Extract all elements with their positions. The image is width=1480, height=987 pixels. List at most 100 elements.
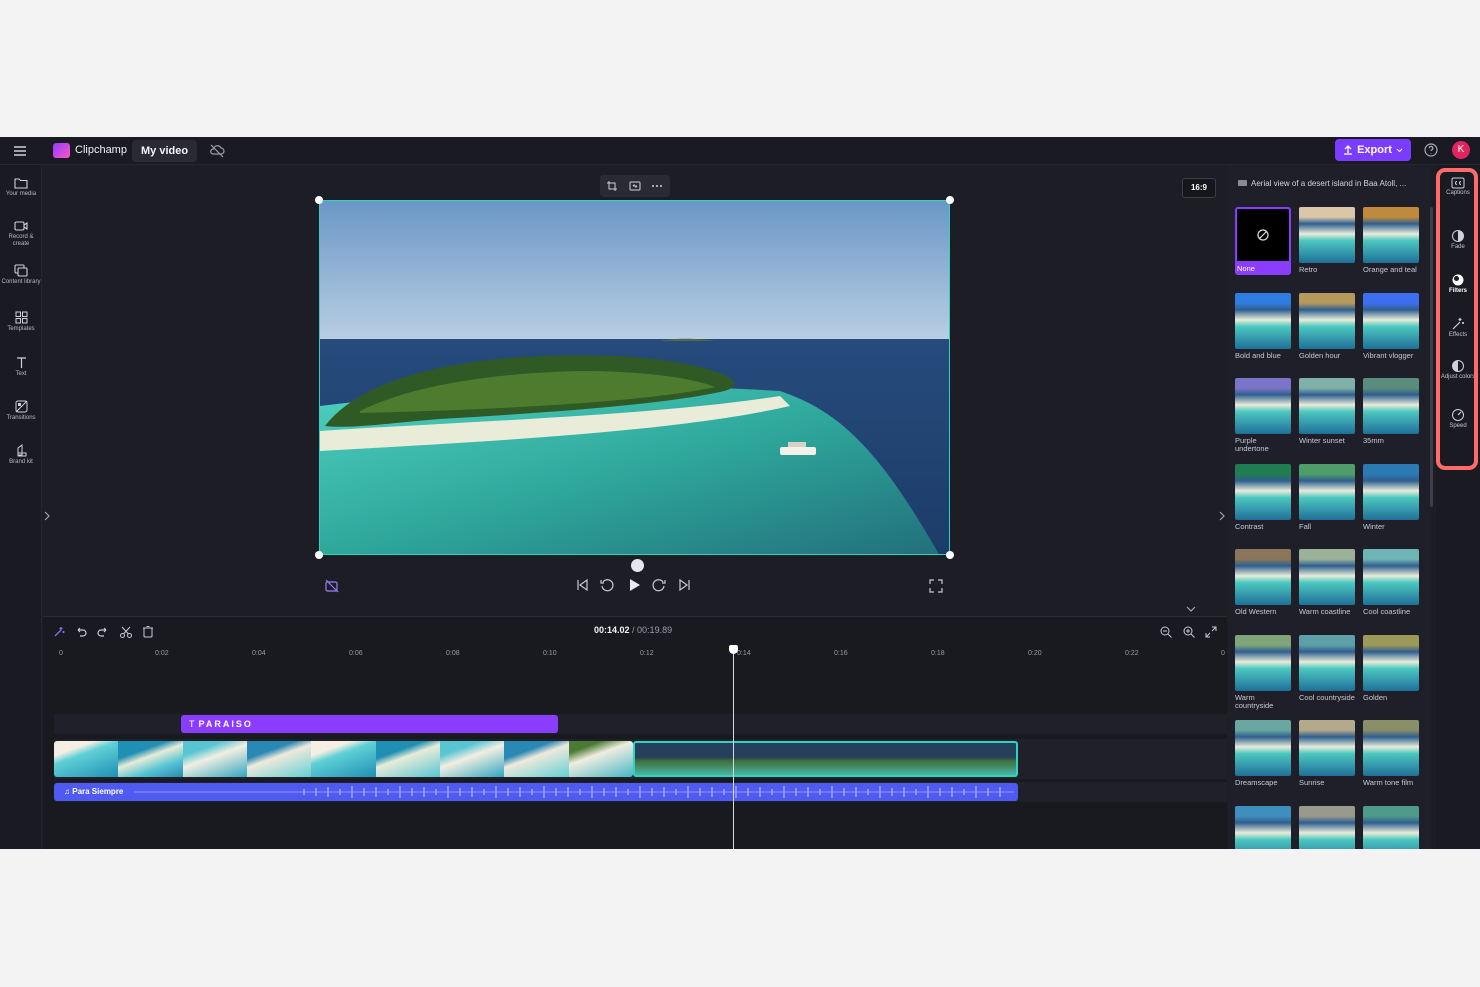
fullscreen-icon[interactable] (929, 579, 943, 593)
help-icon[interactable] (1423, 142, 1439, 158)
filter-option[interactable]: Warm coastline (1299, 549, 1355, 616)
filter-thumbnail (1299, 207, 1355, 263)
resize-handle-top-left[interactable] (315, 196, 323, 204)
expand-sidebar-chevron-icon[interactable] (43, 509, 51, 523)
user-avatar[interactable]: K (1452, 141, 1470, 159)
text-clip[interactable]: T PARAISO (181, 715, 558, 733)
clip-frame-thumbnail (973, 743, 1016, 775)
auto-captions-off-icon[interactable] (324, 578, 340, 594)
clip-frame-thumbnail (182, 741, 247, 777)
resize-handle-bottom-right[interactable] (946, 551, 954, 559)
filter-thumbnail (1235, 720, 1291, 776)
filters-scrollbar[interactable] (1430, 207, 1433, 507)
filter-thumbnail (1363, 720, 1419, 776)
filter-option[interactable]: None (1235, 207, 1291, 275)
filter-option[interactable]: Fall (1299, 463, 1355, 531)
filter-option[interactable]: 35mm (1363, 378, 1419, 445)
undo-icon[interactable] (74, 625, 88, 639)
redo-icon[interactable] (96, 625, 110, 639)
tick-label: 0 (59, 650, 63, 657)
tick-label: 0:20 (1028, 650, 1042, 657)
filter-option[interactable]: Retro (1299, 207, 1355, 274)
filter-name: Bold and blue (1235, 350, 1281, 360)
filter-thumbnail (1299, 463, 1355, 520)
aspect-ratio-button[interactable]: 16:9 (1182, 178, 1216, 198)
delete-icon[interactable] (141, 625, 155, 639)
fit-timeline-icon[interactable] (1204, 625, 1218, 639)
hamburger-menu-icon[interactable] (12, 143, 28, 159)
filter-option[interactable]: Warm countryside (1235, 634, 1291, 710)
sidebar-item-text[interactable]: Text (0, 356, 42, 378)
filter-option[interactable]: Orange and teal (1363, 207, 1419, 274)
split-scissors-icon[interactable] (119, 625, 133, 639)
filter-option[interactable]: Old Western (1235, 549, 1291, 616)
filter-option[interactable]: Warm tone film (1363, 720, 1419, 787)
filter-option[interactable]: Sunrise (1299, 720, 1355, 787)
clip-frame-thumbnail (568, 741, 633, 777)
resize-handle-top-right[interactable] (946, 196, 954, 204)
filter-name: None (1235, 263, 1291, 275)
clip-frame-thumbnail (439, 741, 505, 777)
video-preview[interactable] (319, 200, 950, 555)
tick-label: 0:12 (640, 650, 654, 657)
sidebar-item-brand-kit[interactable]: Brand kit (0, 444, 42, 466)
sidebar-item-label: Your media (5, 191, 37, 197)
filter-option[interactable]: Dreamscape (1235, 720, 1291, 787)
sidebar-item-record-create[interactable]: Record & create (0, 220, 42, 248)
filter-option[interactable] (1363, 805, 1419, 849)
sidebar-item-templates[interactable]: Templates (0, 311, 42, 333)
filter-thumbnail (1235, 378, 1291, 434)
top-bar: Clipchamp My video Export K (0, 137, 1480, 165)
cloud-sync-off-icon[interactable] (209, 143, 225, 159)
sidebar-item-your-media[interactable]: Your media (0, 177, 42, 198)
sidebar-item-label: Templates (7, 326, 35, 332)
filter-option[interactable]: Golden hour (1299, 292, 1355, 360)
playhead-line (733, 649, 734, 849)
filter-name: Cool countryside (1299, 692, 1355, 702)
audio-clip[interactable]: ♫ Para Siempre (54, 783, 1018, 801)
expand-panel-chevron-icon[interactable] (1216, 507, 1228, 525)
magic-edit-icon[interactable] (52, 625, 66, 639)
more-options-icon[interactable] (651, 180, 663, 192)
filter-option[interactable]: Bold and blue (1235, 292, 1291, 360)
filter-option[interactable]: Golden (1363, 634, 1419, 702)
collapse-preview-chevron-icon[interactable] (1184, 604, 1198, 614)
skip-to-end-icon[interactable] (677, 577, 693, 593)
filter-option[interactable]: Winter (1363, 463, 1419, 531)
project-name-field[interactable]: My video (132, 140, 198, 162)
tick-label: 0:22 (1125, 650, 1139, 657)
filter-option[interactable]: Cool coastline (1363, 549, 1419, 616)
sidebar-item-content-library[interactable]: Content library (0, 264, 42, 286)
playhead-handle[interactable] (729, 645, 738, 654)
filter-name: Vibrant vlogger (1363, 350, 1414, 360)
crop-icon[interactable] (606, 180, 618, 192)
resize-handle-bottom-left[interactable] (315, 551, 323, 559)
island-preview-image (320, 201, 949, 554)
filter-option[interactable]: Contrast (1235, 463, 1291, 531)
timeline: 00:14.02 / 00:19.89 0 0:02 0:04 0:06 0:0… (43, 616, 1227, 849)
filter-option[interactable]: Vibrant vlogger (1363, 292, 1419, 360)
rotate-handle[interactable] (631, 559, 644, 572)
zoom-out-icon[interactable] (1159, 625, 1173, 639)
filter-option[interactable] (1235, 805, 1291, 849)
tick-label: 0:04 (252, 650, 266, 657)
clip-frame-thumbnail (931, 743, 974, 775)
video-clip-2-selected[interactable] (633, 741, 1018, 777)
play-icon[interactable] (626, 577, 642, 593)
time-ruler[interactable]: 0 0:02 0:04 0:06 0:08 0:10 0:12 0:14 0:1… (43, 647, 1227, 663)
tick-label: 0:02 (155, 650, 169, 657)
export-button[interactable]: Export (1335, 139, 1411, 161)
filter-option[interactable]: Cool countryside (1299, 634, 1355, 702)
forward-5s-icon[interactable] (651, 577, 667, 593)
skip-to-start-icon[interactable] (574, 577, 590, 593)
filter-option[interactable]: Winter sunset (1299, 378, 1355, 445)
filter-option[interactable]: Purple undertone (1235, 378, 1291, 453)
filter-option[interactable] (1299, 805, 1355, 849)
filter-name: Old Western (1235, 607, 1277, 616)
zoom-in-icon[interactable] (1182, 625, 1196, 639)
rewind-5s-icon[interactable] (599, 577, 615, 593)
templates-icon (15, 311, 27, 324)
video-clip-1[interactable] (54, 741, 633, 777)
sidebar-item-transitions[interactable]: Transitions (0, 400, 42, 422)
fit-icon[interactable] (629, 180, 641, 192)
